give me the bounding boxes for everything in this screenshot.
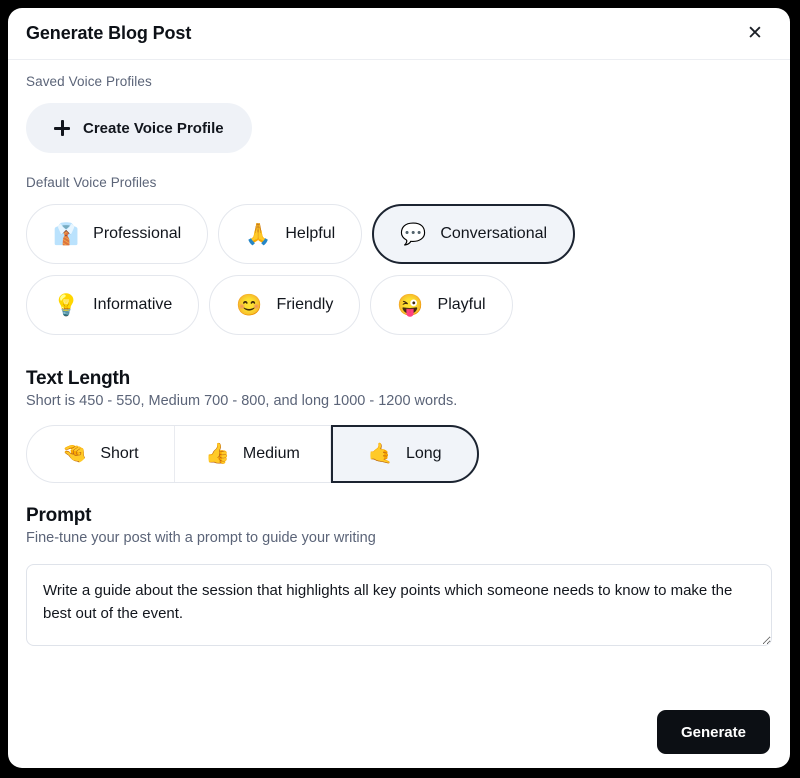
create-voice-profile-label: Create Voice Profile [83,119,224,137]
necktie-icon: 👔 [53,222,80,246]
voice-profile-label: Friendly [276,296,334,313]
thumbs-up-icon: 👍 [205,443,230,465]
voice-profile-friendly[interactable]: 😊 Friendly [209,275,361,335]
dialog-header: Generate Blog Post ✕ [8,8,790,60]
dialog-body: Saved Voice Profiles Create Voice Profil… [8,60,790,702]
dialog-footer: Generate [8,702,790,768]
generate-blog-post-dialog: Generate Blog Post ✕ Saved Voice Profile… [8,8,790,768]
text-length-label: Long [405,445,442,462]
text-length-option-long[interactable]: 🤙 Long [330,425,479,483]
speech-balloon-icon: 💬 [400,222,427,246]
voice-profile-row-1: 👔 Professional 🙏 Helpful 💬 Conversationa… [26,204,772,264]
close-icon[interactable]: ✕ [742,21,768,47]
text-length-description: Short is 450 - 550, Medium 700 - 800, an… [26,393,458,409]
voice-profile-helpful[interactable]: 🙏 Helpful [218,204,363,264]
generate-button[interactable]: Generate [656,710,770,754]
prompt-title: Prompt [26,505,92,526]
call-me-hand-icon: 🤙 [368,443,393,465]
voice-profile-label: Conversational [440,225,548,242]
prompt-description: Fine-tune your post with a prompt to gui… [26,530,376,546]
voice-profile-conversational[interactable]: 💬 Conversational [372,204,576,264]
text-length-label: Short [100,445,139,462]
voice-profile-label: Playful [437,296,486,313]
text-length-option-short[interactable]: 🤏 Short [27,426,175,482]
smiling-face-icon: 😊 [236,293,263,317]
light-bulb-icon: 💡 [53,293,80,317]
saved-voice-profiles-label: Saved Voice Profiles [26,74,152,89]
plus-icon [54,120,70,136]
pinching-hand-icon: 🤏 [62,443,88,465]
voice-profile-row-2: 💡 Informative 😊 Friendly 😜 Playful [26,275,772,335]
text-length-title: Text Length [26,368,131,389]
voice-profile-playful[interactable]: 😜 Playful [370,275,513,335]
winking-tongue-face-icon: 😜 [397,293,424,317]
voice-profile-informative[interactable]: 💡 Informative [26,275,200,335]
prompt-input[interactable] [26,564,772,646]
voice-profile-professional[interactable]: 👔 Professional [26,204,209,264]
create-voice-profile-button[interactable]: Create Voice Profile [26,103,252,153]
text-length-segmented-control: 🤏 Short 👍 Medium 🤙 Long [26,425,479,483]
voice-profile-label: Helpful [285,225,336,242]
screen-backdrop: Generate Blog Post ✕ Saved Voice Profile… [0,0,800,778]
folded-hands-icon: 🙏 [245,222,272,246]
voice-profile-label: Informative [93,296,173,313]
text-length-label: Medium [242,445,300,462]
default-voice-profiles-label: Default Voice Profiles [26,175,157,190]
text-length-option-medium[interactable]: 👍 Medium [175,426,331,482]
page-title: Generate Blog Post [26,23,192,43]
voice-profile-label: Professional [93,225,182,242]
